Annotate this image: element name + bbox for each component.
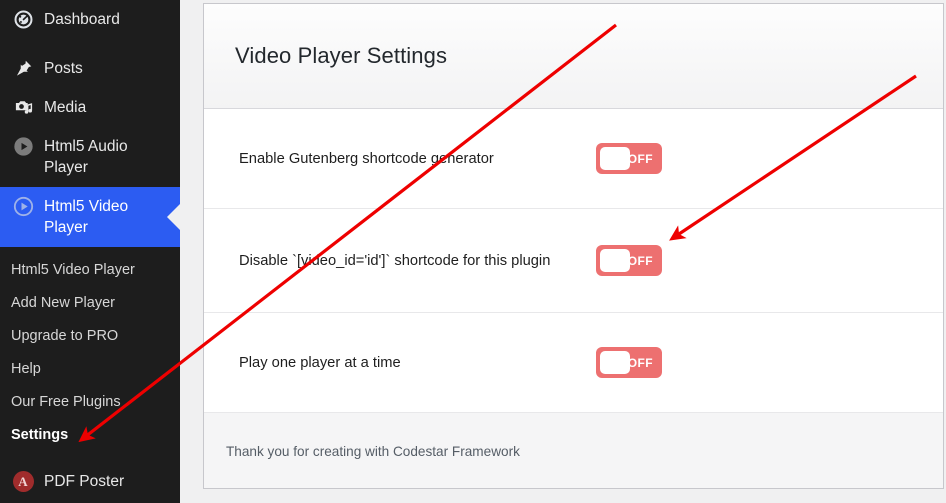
toggle-disable-video-id-shortcode[interactable]: OFF: [596, 245, 662, 276]
sidebar-item-dashboard[interactable]: Dashboard: [0, 0, 180, 39]
sidebar-item-label: Html5 Audio Player: [44, 138, 128, 176]
settings-panel: Video Player Settings Enable Gutenberg s…: [203, 3, 944, 489]
setting-label: Enable Gutenberg shortcode generator: [239, 150, 494, 167]
footer-credit-text: Thank you for creating with Codestar Fra…: [226, 443, 520, 459]
toggle-knob: [600, 249, 630, 272]
toggle-knob: [600, 147, 630, 170]
gauge-icon: [11, 9, 35, 30]
pin-icon: [11, 58, 35, 79]
active-indicator-arrow: [167, 203, 181, 231]
sidebar-submenu: Html5 Video Player Add New Player Upgrad…: [0, 247, 180, 460]
page-title: Video Player Settings: [235, 43, 448, 68]
sidebar-item-label: Dashboard: [44, 11, 120, 28]
sidebar-subitem-settings[interactable]: Settings: [0, 419, 180, 452]
media-icon: [11, 97, 35, 118]
pdf-icon: A: [11, 471, 35, 492]
play-circle-icon: [11, 136, 35, 157]
setting-row-disable-video-id-shortcode: Disable `[video_id='id']` shortcode for …: [204, 209, 943, 313]
setting-row-play-one-player-at-a-time: Play one player at a time OFF: [204, 313, 943, 413]
setting-label: Play one player at a time: [239, 354, 401, 371]
admin-sidebar: Dashboard Posts Media Html5 Audio Player…: [0, 0, 181, 503]
sidebar-item-posts[interactable]: Posts: [0, 49, 180, 88]
sidebar-subitem-add-new-player[interactable]: Add New Player: [0, 287, 180, 320]
sidebar-subitem-html5-video-player[interactable]: Html5 Video Player: [0, 254, 180, 287]
sidebar-subitem-help[interactable]: Help: [0, 353, 180, 386]
setting-row-enable-gutenberg-shortcode-generator: Enable Gutenberg shortcode generator OFF: [204, 109, 943, 209]
sidebar-divider: [0, 39, 180, 49]
screen: Dashboard Posts Media Html5 Audio Player…: [0, 0, 946, 503]
setting-control: OFF: [596, 245, 912, 276]
sidebar-item-html5-video-player[interactable]: Html5 Video Player: [0, 187, 181, 247]
panel-footer: Thank you for creating with Codestar Fra…: [204, 413, 943, 488]
toggle-enable-gutenberg-shortcode-generator[interactable]: OFF: [596, 143, 662, 174]
sidebar-item-pdf-poster[interactable]: A PDF Poster: [0, 460, 180, 501]
sidebar-item-html5-audio-player[interactable]: Html5 Audio Player: [0, 127, 180, 187]
setting-label: Disable `[video_id='id']` shortcode for …: [239, 252, 551, 269]
play-circle-icon: [11, 196, 35, 217]
sidebar-subitem-upgrade-to-pro[interactable]: Upgrade to PRO: [0, 320, 180, 353]
setting-control: OFF: [596, 347, 912, 378]
sidebar-subitem-our-free-plugins[interactable]: Our Free Plugins: [0, 386, 180, 419]
panel-header: Video Player Settings: [204, 4, 943, 109]
sidebar-item-label: Posts: [44, 60, 83, 77]
toggle-play-one-player-at-a-time[interactable]: OFF: [596, 347, 662, 378]
toggle-state-label: OFF: [627, 355, 653, 370]
sidebar-item-label: Media: [44, 99, 87, 116]
toggle-state-label: OFF: [627, 151, 653, 166]
sidebar-item-media[interactable]: Media: [0, 88, 180, 127]
setting-control: OFF: [596, 143, 912, 174]
sidebar-item-label: PDF Poster: [44, 473, 125, 490]
toggle-state-label: OFF: [627, 253, 653, 268]
toggle-knob: [600, 351, 630, 374]
sidebar-item-label: Html5 Video Player: [44, 198, 129, 236]
